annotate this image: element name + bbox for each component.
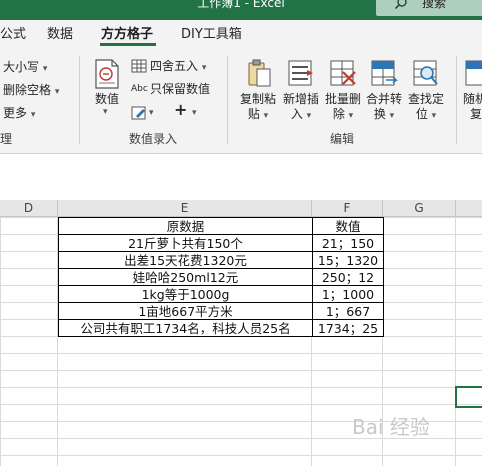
- table-row: 娃哈哈250ml12元 250；12: [58, 268, 384, 286]
- table-cell[interactable]: 公司共有职工1734名，科技人员25名: [58, 319, 313, 337]
- watermark: Bai 经验: [352, 416, 478, 456]
- table-cell[interactable]: 出差15天花费1320元: [58, 251, 313, 269]
- tab-data[interactable]: 数据: [47, 26, 73, 44]
- table-row: 1kg等于1000g 1；1000: [58, 285, 384, 303]
- chevron-down-icon: ▾: [54, 87, 60, 97]
- value-button[interactable]: 数值: [93, 92, 121, 107]
- plus-icon[interactable]: +: [174, 102, 187, 118]
- table-cell[interactable]: 1kg等于1000g: [58, 285, 313, 303]
- more-label: 更多: [3, 106, 28, 120]
- random-icon: [465, 60, 482, 86]
- table-cell[interactable]: 1；667: [312, 302, 384, 320]
- header-cell-values[interactable]: 数值: [312, 217, 384, 235]
- header-cell-original-data[interactable]: 原数据: [58, 217, 313, 235]
- chevron-down-icon: ▾: [192, 108, 197, 118]
- search-icon: [394, 0, 407, 10]
- value-icon: [95, 59, 119, 89]
- case-button[interactable]: 大小写 ▾: [3, 59, 47, 77]
- column-header-g[interactable]: G: [383, 200, 456, 217]
- chevron-down-icon: ▾: [306, 111, 312, 121]
- copy-paste-icon: [248, 59, 271, 87]
- chevron-down-icon: ▾: [263, 111, 269, 121]
- group-separator: [227, 56, 228, 144]
- tab-diy-toolbox[interactable]: DIY工具箱: [181, 26, 242, 44]
- case-label: 大小写: [3, 60, 40, 74]
- active-tab-indicator: [100, 43, 156, 46]
- chevron-down-icon: ▾: [42, 64, 48, 74]
- table-cell[interactable]: 1；1000: [312, 285, 384, 303]
- column-header-d[interactable]: D: [0, 200, 58, 217]
- chevron-down-icon: ▾: [348, 111, 354, 121]
- table-cell[interactable]: 1734；25: [312, 319, 384, 337]
- table-cell[interactable]: 21；150: [312, 234, 384, 252]
- selected-cell[interactable]: [455, 386, 482, 408]
- batch-delete-button[interactable]: 批量删: [321, 92, 365, 107]
- round-label: 四舍五入: [150, 59, 199, 73]
- chevron-down-icon: ▾: [30, 110, 36, 120]
- add-insert-icon: [288, 60, 313, 86]
- edit-sheet-icon[interactable]: [131, 106, 147, 120]
- chevron-down-icon: ▾: [201, 63, 207, 73]
- ribbon-tabs: 公式 数据 方方格子 DIY工具箱: [0, 20, 482, 50]
- copy-paste-button-line2[interactable]: 贴 ▾: [236, 107, 280, 124]
- group-separator: [79, 56, 80, 144]
- find-locate-button[interactable]: 查找定: [404, 92, 448, 107]
- tab-formulas[interactable]: 公式: [0, 26, 26, 44]
- keep-values-button[interactable]: 只保留数值: [150, 81, 210, 97]
- group-label-left: 理: [0, 132, 13, 146]
- table-cell[interactable]: 娃哈哈250ml12元: [58, 268, 313, 286]
- abc-icon: Abc: [131, 84, 148, 94]
- find-locate-icon: [413, 60, 438, 86]
- formula-area: [0, 155, 482, 200]
- find-locate-button-line2[interactable]: 位 ▾: [404, 107, 448, 124]
- column-header-e[interactable]: E: [58, 200, 312, 217]
- table-row: 出差15天花费1320元 15；1320: [58, 251, 384, 269]
- copy-paste-button[interactable]: 复制粘: [236, 92, 280, 107]
- ribbon: 大小写 ▾ 删除空格 ▾ 更多 ▾ 理 数值 ▾ 四舍五入 ▾ Abc 只保留数…: [0, 50, 482, 154]
- column-headers: D E F G: [0, 200, 482, 217]
- column-header-f[interactable]: F: [312, 200, 383, 217]
- delete-space-button[interactable]: 删除空格 ▾: [3, 82, 59, 100]
- search-box[interactable]: 搜索: [376, 0, 482, 16]
- table-cell[interactable]: 1亩地667平方米: [58, 302, 313, 320]
- tab-fangfanggezi[interactable]: 方方格子: [101, 26, 153, 44]
- group-separator: [456, 56, 457, 144]
- batch-delete-button-line2[interactable]: 除 ▾: [321, 107, 365, 124]
- table-row: 公司共有职工1734名，科技人员25名 1734；25: [58, 319, 384, 337]
- group-label-edit: 编辑: [330, 132, 355, 146]
- round-button[interactable]: 四舍五入 ▾: [150, 58, 206, 76]
- merge-convert-icon: [371, 60, 398, 86]
- random-button[interactable]: 随机: [463, 92, 482, 107]
- round-icon: [131, 59, 147, 73]
- table-cell[interactable]: 21斤萝卜共有150个: [58, 234, 313, 252]
- chevron-down-icon: ▾: [103, 107, 108, 117]
- add-insert-button-line2[interactable]: 入 ▾: [279, 107, 323, 124]
- more-button[interactable]: 更多 ▾: [3, 105, 35, 123]
- table-cell[interactable]: 250；12: [312, 268, 384, 286]
- title-bar: 工作簿1 - Excel 搜索: [0, 0, 482, 20]
- column-header-h[interactable]: [456, 200, 482, 217]
- search-label: 搜索: [422, 0, 447, 10]
- chevron-down-icon: ▾: [389, 111, 395, 121]
- table-row: 1亩地667平方米 1；667: [58, 302, 384, 320]
- merge-convert-button-line2[interactable]: 换 ▾: [362, 107, 406, 124]
- random-button-line2[interactable]: 复: [470, 107, 482, 122]
- batch-delete-icon: [330, 60, 356, 86]
- data-table: 原数据 数值 21斤萝卜共有150个 21；150 出差15天花费1320元 1…: [58, 217, 384, 337]
- chevron-down-icon: ▾: [149, 108, 154, 118]
- watermark-text: Bai 经验: [352, 415, 430, 439]
- delete-space-label: 删除空格: [3, 83, 52, 97]
- group-label-value-input: 数值录入: [129, 132, 178, 146]
- table-cell[interactable]: 15；1320: [312, 251, 384, 269]
- chevron-down-icon: ▾: [431, 111, 437, 121]
- table-row: 21斤萝卜共有150个 21；150: [58, 234, 384, 252]
- add-insert-button[interactable]: 新增插: [279, 92, 323, 107]
- merge-convert-button[interactable]: 合并转: [362, 92, 406, 107]
- table-header-row: 原数据 数值: [58, 217, 384, 235]
